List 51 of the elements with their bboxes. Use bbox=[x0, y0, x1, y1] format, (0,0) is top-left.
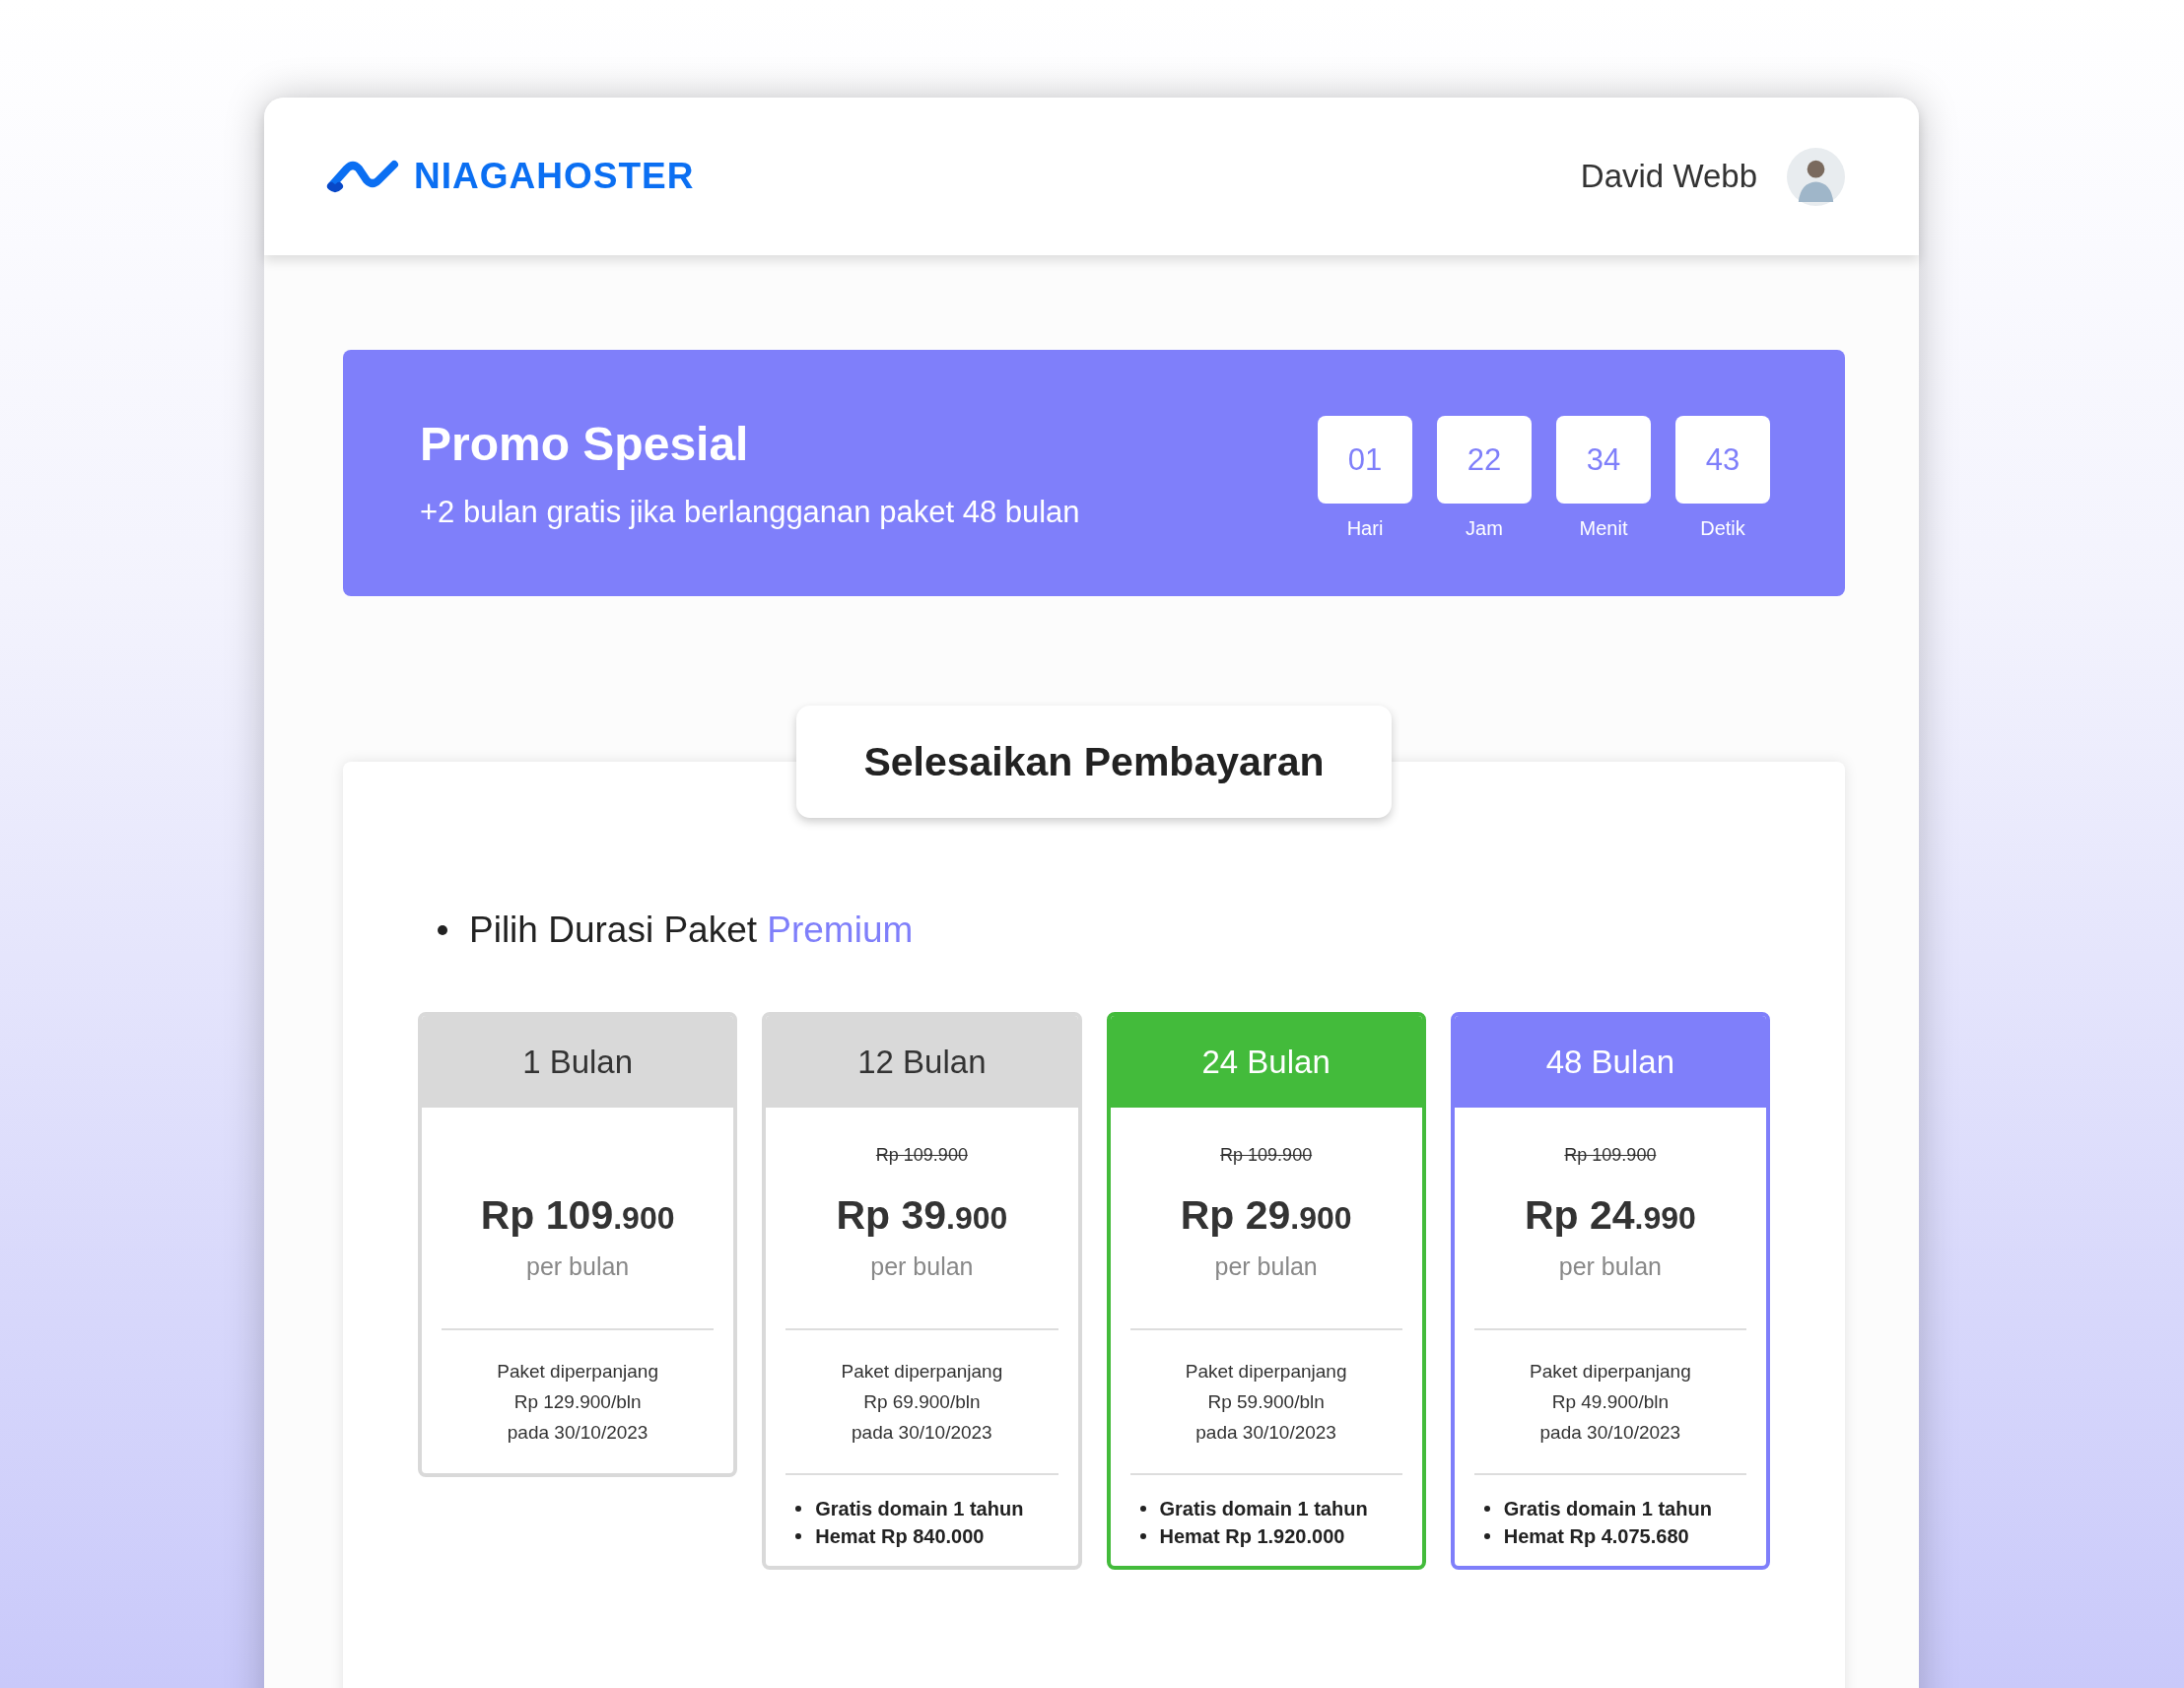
section-heading: Pilih Durasi Paket Premium bbox=[469, 910, 914, 951]
plan-card[interactable]: 1 Bulan Rp 109.900 per bulan Paket diperpanjang Rp 129.900/bln pada 30/10/2023 bbox=[418, 1012, 738, 1477]
plan-title: 48 Bulan bbox=[1454, 1016, 1766, 1108]
benefit-text: Gratis domain 1 tahun bbox=[1503, 1497, 1712, 1521]
renewal-note: Paket diperpanjang Rp 49.900/bln pada 30/10/2023 bbox=[1529, 1360, 1692, 1445]
countdown-value: 22 bbox=[1437, 416, 1532, 504]
plan-title: 24 Bulan bbox=[1110, 1016, 1422, 1108]
plan-title: 1 Bulan bbox=[422, 1016, 734, 1108]
benefit-text: Hemat Rp 4.075.680 bbox=[1503, 1524, 1689, 1549]
promo-title: Promo Spesial bbox=[420, 416, 750, 471]
countdown-label: Detik bbox=[1700, 517, 1745, 540]
price-period: per bulan bbox=[869, 1252, 975, 1281]
benefit-text: Hemat Rp 840.000 bbox=[815, 1524, 985, 1549]
plan-card[interactable]: 24 Bulan Rp 109.900 Rp 29.900 per bulan Paket diperpanjang Rp 59.900/bln pada 30/10/2023 Gratis domain 1 tahun Hemat Rp 1.920.000 bbox=[1106, 1012, 1426, 1570]
renewal-note: Paket diperpanjang Rp 129.900/bln pada 30/10/2023 bbox=[496, 1360, 659, 1445]
section-title: Selesaikan Pembayaran bbox=[796, 706, 1392, 818]
countdown-value: 01 bbox=[1318, 416, 1412, 504]
countdown-value: 34 bbox=[1556, 416, 1651, 504]
old-price: Rp 109.900 bbox=[1563, 1145, 1658, 1167]
countdown-label: Hari bbox=[1346, 517, 1384, 540]
benefit-text: Hemat Rp 1.920.000 bbox=[1159, 1524, 1345, 1549]
bullet-icon bbox=[1483, 1506, 1490, 1512]
countdown-label: Menit bbox=[1579, 517, 1628, 540]
bullet-icon bbox=[1139, 1533, 1146, 1539]
renewal-note: Paket diperpanjang Rp 59.900/bln pada 30/10/2023 bbox=[1184, 1360, 1348, 1445]
benefit-text: Gratis domain 1 tahun bbox=[1159, 1497, 1368, 1521]
countdown-value: 43 bbox=[1675, 416, 1770, 504]
old-price: Rp 109.900 bbox=[874, 1145, 969, 1167]
countdown-label: Jam bbox=[1466, 517, 1503, 540]
bullet-icon bbox=[1139, 1506, 1146, 1512]
promo-subtitle: +2 bulan gratis jika berlangganan paket 48 bulan bbox=[420, 494, 1080, 530]
old-price: Rp 109.900 bbox=[1219, 1145, 1314, 1167]
plan-price: Rp 24.990 bbox=[1523, 1192, 1697, 1239]
benefit-text: Gratis domain 1 tahun bbox=[815, 1497, 1024, 1521]
user-name[interactable]: David Webb bbox=[1580, 158, 1757, 195]
plan-price: Rp 29.900 bbox=[1179, 1192, 1353, 1239]
plan-title: 12 Bulan bbox=[766, 1016, 1078, 1108]
renewal-note: Paket diperpanjang Rp 69.900/bln pada 30/10/2023 bbox=[840, 1360, 1004, 1445]
plan-card[interactable]: 48 Bulan Rp 109.900 Rp 24.990 per bulan Paket diperpanjang Rp 49.900/bln pada 30/10/2023 Gratis domain 1 tahun Hemat Rp 4.075.680 bbox=[1450, 1012, 1770, 1570]
price-period: per bulan bbox=[1557, 1252, 1663, 1281]
bullet-icon bbox=[1483, 1533, 1490, 1539]
price-period: per bulan bbox=[525, 1252, 631, 1281]
bullet-icon bbox=[795, 1506, 802, 1512]
avatar-icon[interactable] bbox=[1787, 147, 1845, 206]
plan-price: Rp 109.900 bbox=[479, 1192, 676, 1239]
plan-card[interactable]: 12 Bulan Rp 109.900 Rp 39.900 per bulan Paket diperpanjang Rp 69.900/bln pada 30/10/2023 Gratis domain 1 tahun Hemat Rp 840.000 bbox=[762, 1012, 1082, 1570]
bullet-icon bbox=[795, 1533, 802, 1539]
price-period: per bulan bbox=[1213, 1252, 1319, 1281]
logo-text[interactable]: NIAGAHOSTER bbox=[414, 156, 695, 197]
plan-price: Rp 39.900 bbox=[835, 1192, 1009, 1239]
bullet-icon bbox=[438, 925, 447, 935]
